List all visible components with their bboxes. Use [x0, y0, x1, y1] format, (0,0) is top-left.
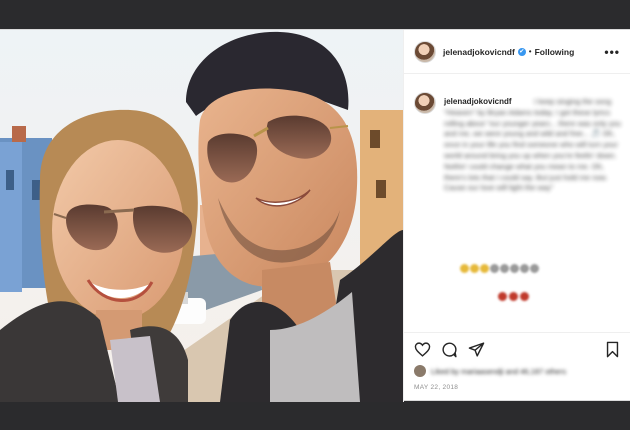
post-actions: Liked by mariaasendji and 46,187 others …	[404, 332, 630, 391]
smile-emoji-icon	[460, 264, 469, 273]
liked-by-avatar[interactable]	[414, 365, 426, 377]
post-date[interactable]: MAY 22, 2018	[414, 384, 621, 391]
heart-emoji-icon	[498, 292, 507, 301]
instagram-post: jelenadjokovicndf ✔ • Following ••• jele…	[0, 29, 630, 402]
caption-text-blurred: I keep singing the song "Heaven" by Brya…	[444, 97, 621, 193]
avatar[interactable]	[414, 40, 436, 63]
share-icon[interactable]	[468, 341, 485, 358]
selfie-image	[0, 30, 403, 402]
username-link[interactable]: jelenadjokovicndf	[443, 47, 515, 57]
emoji-row	[460, 264, 539, 273]
smile-emoji-icon	[470, 264, 479, 273]
grey-emoji-icon	[530, 264, 539, 273]
heart-emoji-icon	[520, 292, 529, 301]
heart-emoji-icon	[509, 292, 518, 301]
post-photo[interactable]	[0, 30, 403, 402]
following-button[interactable]: Following	[535, 47, 575, 57]
heart-emoji-row	[498, 292, 529, 301]
post-caption: jelenadjokovicndf I keep singing the son…	[414, 92, 624, 322]
liked-by-row[interactable]: Liked by mariaasendji and 46,187 others	[414, 365, 621, 377]
grey-emoji-icon	[510, 264, 519, 273]
post-header: jelenadjokovicndf ✔ • Following •••	[404, 30, 630, 74]
separator-dot: •	[528, 47, 532, 56]
verified-badge-icon: ✔	[517, 47, 526, 56]
comment-icon[interactable]	[441, 341, 458, 358]
smile-emoji-icon	[480, 264, 489, 273]
grey-emoji-icon	[500, 264, 509, 273]
grey-emoji-icon	[490, 264, 499, 273]
post-sidebar: jelenadjokovicndf ✔ • Following ••• jele…	[403, 30, 630, 402]
more-options-icon[interactable]: •••	[604, 45, 620, 59]
heart-icon[interactable]	[414, 341, 431, 358]
liked-by-text[interactable]: Liked by mariaasendji and 46,187 others	[431, 367, 566, 376]
grey-emoji-icon	[520, 264, 529, 273]
caption-avatar[interactable]	[414, 92, 436, 114]
bookmark-icon[interactable]	[604, 341, 621, 358]
